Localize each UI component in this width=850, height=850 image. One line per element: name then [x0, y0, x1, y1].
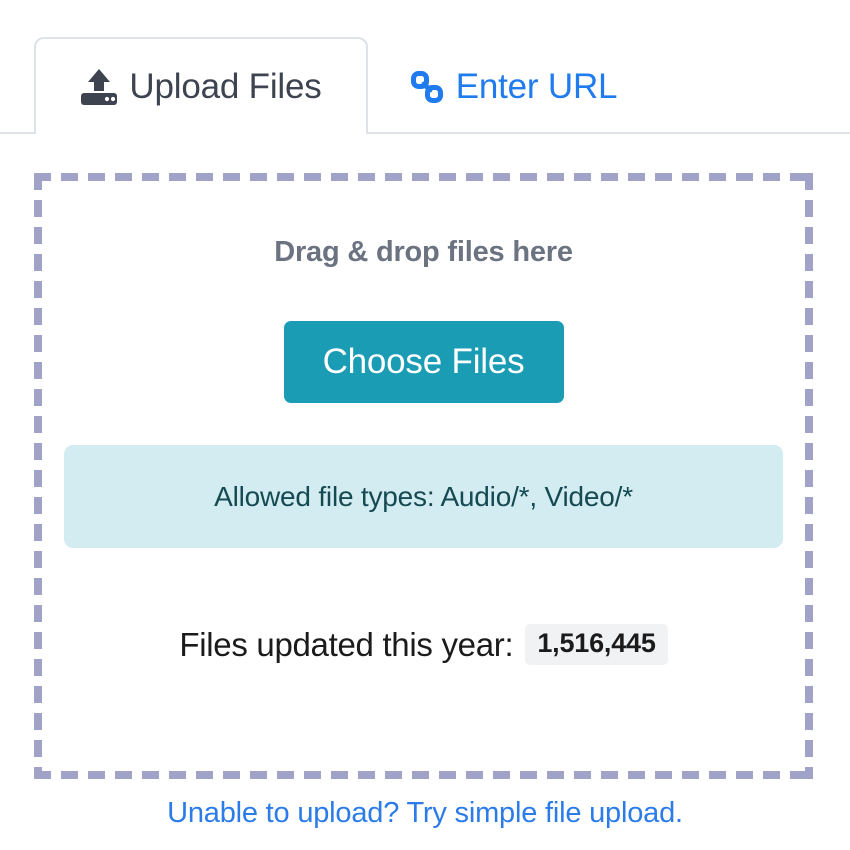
tab-bar: Upload Files Enter URL [0, 37, 850, 136]
tab-enter-url[interactable]: Enter URL [368, 37, 658, 134]
tab-upload-files[interactable]: Upload Files [34, 37, 368, 136]
simple-file-upload-link[interactable]: Unable to upload? Try simple file upload… [0, 797, 850, 830]
dropzone-content: Drag & drop files here Choose Files Allo… [34, 173, 813, 779]
dropzone-title: Drag & drop files here [274, 236, 573, 268]
file-upload-widget: Upload Files Enter URL Drag & drop files… [0, 0, 850, 850]
files-updated-counter: Files updated this year: 1,516,445 [179, 624, 668, 665]
tab-enter-url-label: Enter URL [455, 66, 618, 106]
link-icon [409, 69, 445, 105]
files-updated-value: 1,516,445 [525, 624, 668, 665]
allowed-file-types-banner: Allowed file types: Audio/*, Video/* [64, 445, 783, 548]
choose-files-button[interactable]: Choose Files [283, 321, 564, 403]
upload-icon [80, 68, 118, 105]
tab-upload-files-label: Upload Files [129, 66, 322, 106]
file-dropzone[interactable]: Drag & drop files here Choose Files Allo… [34, 173, 813, 779]
files-updated-label: Files updated this year: [179, 625, 514, 663]
